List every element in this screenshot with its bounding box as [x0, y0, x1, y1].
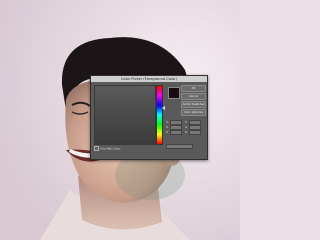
cancel-button[interactable]: Cancel: [181, 93, 206, 100]
color-picker-dialog: Color Picker (Foreground Color) OK Cance…: [90, 75, 208, 160]
add-to-swatches-button[interactable]: Add to Swatches: [181, 101, 206, 108]
field-row: H: R:: [166, 119, 206, 125]
field-row: S: G:: [166, 124, 206, 130]
dialog-title: Color Picker (Foreground Color): [91, 76, 207, 82]
only-web-colors-label: Only Web Colors: [99, 147, 121, 151]
field-row: B: B:: [166, 129, 206, 135]
field-input[interactable]: [170, 129, 182, 135]
hue-slider[interactable]: [156, 85, 163, 145]
checkbox-icon[interactable]: [94, 146, 99, 151]
only-web-colors-option[interactable]: Only Web Colors: [94, 146, 120, 151]
color-libraries-button[interactable]: Color Libraries: [181, 109, 206, 116]
color-field[interactable]: [94, 85, 156, 145]
hex-input[interactable]: [166, 144, 193, 149]
hue-slider-handle-icon[interactable]: [162, 106, 165, 110]
color-value-fields: H: R: S: G: B: B:: [166, 119, 206, 135]
ok-button[interactable]: OK: [181, 85, 206, 92]
field-input[interactable]: [189, 129, 201, 135]
current-color-swatch: [168, 87, 180, 99]
